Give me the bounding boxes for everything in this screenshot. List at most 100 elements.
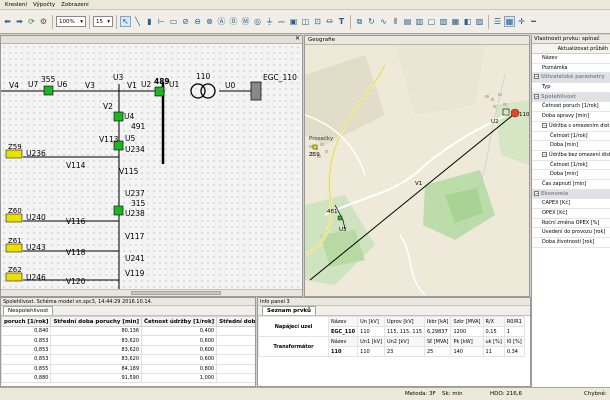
collapse-icon[interactable]: − — [534, 74, 539, 80]
property-row[interactable]: Četnost [1/rok] — [532, 132, 610, 142]
substation-marker[interactable] — [510, 108, 520, 118]
property-group[interactable]: − Spolehlivost — [532, 92, 610, 103]
switch-node[interactable] — [43, 85, 54, 96]
node-tool-icon[interactable]: ▭ — [168, 16, 179, 27]
grid-icon[interactable]: ▦ — [504, 16, 515, 27]
text-tool-icon[interactable]: T — [336, 16, 347, 27]
property-row[interactable]: Uvedení do provozu [rok] — [532, 228, 610, 239]
collapse-icon[interactable]: − — [534, 93, 539, 99]
load-tool-icon[interactable]: ⓪ — [228, 16, 239, 27]
list-view-icon[interactable]: ☰ — [492, 16, 503, 27]
property-row[interactable]: Čas zapnutí [min] — [532, 180, 610, 190]
table-icon[interactable]: ▤ — [402, 16, 413, 27]
node-marker[interactable] — [312, 144, 318, 150]
property-row[interactable]: OPEX [Kč] — [532, 209, 610, 219]
property-row[interactable]: Typ — [532, 83, 610, 93]
map-canvas[interactable]: Prosečky U2 110 Z59 U3 V1 481 — [305, 45, 529, 296]
schema-horizontal-scrollbar[interactable] — [1, 289, 302, 296]
wave-icon[interactable]: ∿ — [378, 16, 389, 27]
property-row[interactable]: Název — [532, 54, 610, 64]
switch-node[interactable] — [154, 86, 165, 97]
property-row[interactable]: CAPEX [Kč] — [532, 199, 610, 209]
load-box[interactable] — [5, 243, 23, 253]
motor-tool-icon[interactable]: Ⓜ — [240, 16, 251, 27]
meter-tool-icon[interactable]: ◫ — [300, 16, 311, 27]
property-row[interactable]: Poznámka — [532, 64, 610, 74]
property-row[interactable]: Četnost poruch [1/rok] — [532, 102, 610, 113]
table-row[interactable]: 0,85383,6200,600300,000 — [1, 354, 255, 365]
switch-node[interactable] — [113, 205, 124, 216]
property-row[interactable]: − Údržba bez omezení dist. — [532, 151, 610, 161]
collapse-icon[interactable]: − — [542, 122, 547, 128]
breaker-tool-icon[interactable]: ⊗ — [204, 16, 215, 27]
transformer-tool-icon[interactable]: ⊘ — [180, 16, 191, 27]
grid-size-select[interactable]: 15 ▾ — [93, 16, 113, 27]
settings-icon[interactable]: ⚙ — [38, 16, 49, 27]
transformer-symbol[interactable] — [200, 83, 216, 99]
table-row[interactable]: 0,85383,6200,600300,000 — [1, 335, 255, 346]
source-tool-icon[interactable]: ◎ — [252, 16, 263, 27]
property-row[interactable]: Četnost [1/rok] — [532, 161, 610, 171]
busbar-tool-icon[interactable]: ▮ — [144, 16, 155, 27]
scroll-thumb[interactable] — [131, 291, 221, 295]
chart-icon[interactable]: ▨ — [474, 16, 485, 27]
property-row[interactable]: − Údržba s omezením dist. — [532, 122, 610, 132]
table-row[interactable]: Napájecí uzel Název Un [kV] Uprov [kV] Ikbr … — [258, 316, 525, 337]
menu-vypocty[interactable]: Výpočty — [30, 0, 58, 10]
tab-unreliability[interactable]: Nespolehlivost — [3, 306, 54, 315]
node-marker[interactable] — [337, 215, 343, 221]
pointer-icon[interactable]: ↖ — [120, 16, 131, 27]
load-box[interactable] — [5, 272, 23, 282]
property-row[interactable]: Doba [min] — [532, 170, 610, 180]
column-header[interactable]: Střední doba poruchy [min] — [50, 316, 142, 327]
table-row[interactable]: 0,88091,5901,000300,000 — [1, 372, 255, 384]
fuse-tool-icon[interactable]: ▣ — [288, 16, 299, 27]
menu-zobrazeni[interactable]: Zobrazení — [58, 0, 92, 10]
protection-tool-icon[interactable]: ⊡ — [312, 16, 323, 27]
load-box[interactable] — [5, 213, 23, 223]
close-icon[interactable]: ✕ — [295, 36, 300, 42]
switch-node[interactable] — [113, 111, 124, 122]
split-icon[interactable]: ◧ — [462, 16, 473, 27]
column-header[interactable]: Střední doba údržby [min] — [216, 316, 255, 327]
switch-tool-icon[interactable]: ⊖ — [192, 16, 203, 27]
collapse-icon[interactable]: − — [542, 151, 547, 157]
branch-tool-icon[interactable]: ⊢ — [156, 16, 167, 27]
generator-tool-icon[interactable]: Ⓐ — [216, 16, 227, 27]
property-group[interactable]: − Uživatelské parametry — [532, 73, 610, 84]
forward-arrow-icon[interactable]: ➡ — [14, 16, 25, 27]
earth-tool-icon[interactable]: ⏛ — [324, 16, 335, 27]
align-icon[interactable]: ⫴ — [390, 16, 401, 27]
column-header[interactable]: poruch [1/rok] — [1, 316, 52, 327]
minus-icon[interactable]: ━ — [528, 16, 539, 27]
column-header[interactable]: Četnost údržby [1/rok] — [140, 316, 218, 327]
property-group[interactable]: − Ekonomie — [532, 189, 610, 200]
refresh-profile-button[interactable]: Aktualizovat průběh — [532, 44, 610, 54]
zoom-select[interactable]: 100% ▾ — [56, 16, 86, 27]
external-grid[interactable] — [250, 81, 262, 101]
property-row[interactable]: Doba [min] — [532, 141, 610, 151]
reactor-tool-icon[interactable]: ⎓ — [276, 16, 287, 27]
schema-canvas[interactable]: V4 U7 355 U6 V3 U3 V1 U2 489 U1 110 U0 E… — [1, 44, 302, 290]
capacitor-tool-icon[interactable]: ⏚ — [264, 16, 275, 27]
load-box[interactable] — [5, 149, 23, 159]
line-tool-icon[interactable]: ╲ — [132, 16, 143, 27]
table-row[interactable]: 0,85383,6200,600300,000 — [1, 344, 255, 356]
refresh-icon[interactable]: ⟳ — [26, 16, 37, 27]
menu-kresleni[interactable]: Kreslení — [2, 0, 30, 10]
dock-icon[interactable]: ▧ — [438, 16, 449, 27]
back-arrow-icon[interactable]: ⬅ — [2, 16, 13, 27]
copy-icon[interactable]: ⧉ — [354, 16, 365, 27]
rotate-icon[interactable]: ↻ — [366, 16, 377, 27]
table-row[interactable]: Transformátor Název Un1 [kV] Un2 [kV] Sť [MV… — [258, 336, 525, 357]
property-row[interactable]: Roční změna OPEX [%] — [532, 219, 610, 229]
table-row[interactable]: 0,84080,1360,400300,000 — [1, 325, 255, 337]
crosshair-icon[interactable]: ✛ — [516, 16, 527, 27]
layers-icon[interactable]: ▥ — [414, 16, 425, 27]
table-row[interactable]: 0,85584,1890,800300,000 — [1, 363, 255, 374]
property-row[interactable]: Doba životnosti [rok] — [532, 238, 610, 248]
panel-icon[interactable]: ▦ — [450, 16, 461, 27]
window-icon[interactable]: ▢ — [426, 16, 437, 27]
tab-element-list[interactable]: Seznam prvků — [262, 306, 316, 315]
collapse-icon[interactable]: − — [534, 190, 539, 196]
